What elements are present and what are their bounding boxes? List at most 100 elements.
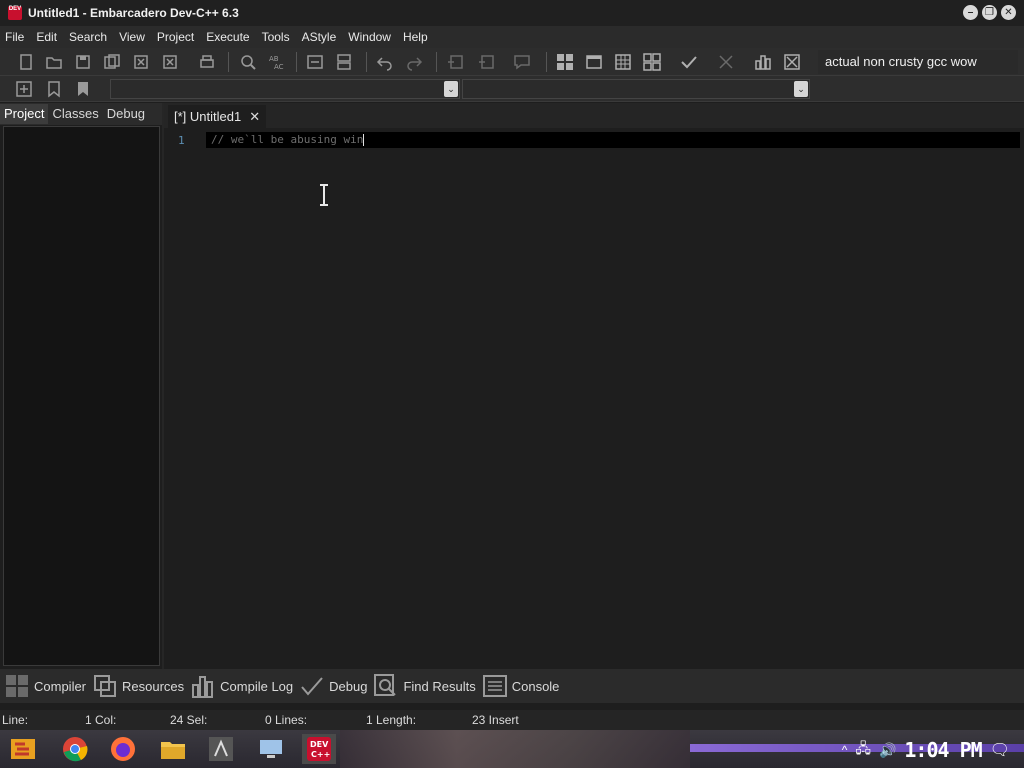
menu-tools[interactable]: Tools xyxy=(256,26,296,48)
minimize-button[interactable]: – xyxy=(963,5,978,20)
goto-line-icon[interactable] xyxy=(303,51,327,73)
taskbar-wallpaper xyxy=(340,730,690,768)
toggle-bookmark-icon[interactable] xyxy=(42,78,66,100)
abort-compile-icon[interactable] xyxy=(714,51,738,73)
tab-debug-label: Debug xyxy=(329,678,368,694)
save-icon[interactable] xyxy=(71,51,95,73)
window-controls: – ❐ ✕ xyxy=(963,5,1016,20)
editor-tabs: [*] Untitled1 ✕ xyxy=(164,103,1024,128)
new-file-icon[interactable] xyxy=(14,51,38,73)
chevron-down-icon[interactable]: ⌄ xyxy=(794,81,808,97)
chrome-icon[interactable] xyxy=(58,734,92,764)
goto-bookmark-icon[interactable] xyxy=(71,78,95,100)
tab-compiler-label: Compiler xyxy=(34,678,87,694)
tab-compile-log-label: Compile Log xyxy=(220,678,294,694)
menu-file[interactable]: File xyxy=(0,26,30,48)
menu-project[interactable]: Project xyxy=(151,26,200,48)
indent-icon[interactable] xyxy=(444,51,468,73)
toggle-split-icon[interactable] xyxy=(332,51,356,73)
close-all-icon[interactable] xyxy=(158,51,182,73)
firefox-icon[interactable] xyxy=(106,734,140,764)
compile-icon[interactable] xyxy=(553,51,577,73)
find-icon[interactable] xyxy=(236,51,260,73)
code-text: // we`ll be abusing win xyxy=(211,133,365,146)
profile-icon[interactable] xyxy=(751,51,775,73)
undo-icon[interactable] xyxy=(373,51,397,73)
checkmark-icon xyxy=(301,677,323,696)
status-sel-value: 0 Lines: xyxy=(265,713,308,727)
compiler-select[interactable]: actual non crusty gcc wow xyxy=(818,50,1018,74)
file-explorer-icon[interactable] xyxy=(156,734,190,764)
close-icon[interactable]: ✕ xyxy=(249,109,260,125)
code-editor[interactable]: 1 // we`ll be abusing win xyxy=(164,128,1024,669)
active-line[interactable]: // we`ll be abusing win xyxy=(206,132,1020,148)
start-icon[interactable] xyxy=(6,734,40,764)
syntax-check-icon[interactable] xyxy=(677,51,701,73)
tab-classes[interactable]: Classes xyxy=(48,104,102,124)
left-panel-tabs: Project Classes Debug xyxy=(0,103,164,125)
print-icon[interactable] xyxy=(195,51,219,73)
tab-resources[interactable]: Resources xyxy=(92,673,184,699)
app-shortcut-icon[interactable] xyxy=(204,734,238,764)
find-results-icon xyxy=(374,674,397,696)
compiler-icon xyxy=(6,675,28,697)
replace-icon[interactable]: AB AC xyxy=(265,51,289,73)
tab-find-results[interactable]: Find Results xyxy=(373,673,476,699)
network-icon[interactable]: 🖧 xyxy=(855,738,871,762)
svg-text:C++: C++ xyxy=(311,750,330,759)
devcpp-app-icon[interactable]: DEV xyxy=(8,6,22,20)
bar-chart-icon xyxy=(192,676,214,698)
tab-find-results-label: Find Results xyxy=(403,678,476,694)
editor-tab-label: [*] Untitled1 xyxy=(174,109,242,124)
title-bar: DEV Untitled1 - Embarcadero Dev-C++ 6.3 … xyxy=(0,0,1024,26)
project-tree[interactable] xyxy=(3,126,160,666)
svg-text:AB: AB xyxy=(269,55,279,63)
tab-untitled1[interactable]: [*] Untitled1 ✕ xyxy=(168,105,267,128)
delete-profile-icon[interactable] xyxy=(780,51,804,73)
status-col-value: 24 Sel: xyxy=(170,713,208,727)
rebuild-all-icon[interactable] xyxy=(640,51,664,73)
tab-resources-label: Resources xyxy=(122,678,185,694)
menu-search[interactable]: Search xyxy=(63,26,113,48)
devcpp-taskbar-icon[interactable]: DEV C++ xyxy=(302,734,336,764)
console-icon xyxy=(482,675,507,697)
tab-debug[interactable]: Debug xyxy=(103,104,149,124)
chevron-up-icon[interactable]: ^ xyxy=(842,743,848,757)
clock[interactable]: 1:04 PM xyxy=(904,738,982,762)
open-folder-icon[interactable] xyxy=(42,51,66,73)
tab-console[interactable]: Console xyxy=(482,673,559,699)
remote-desktop-icon[interactable] xyxy=(254,734,288,764)
status-line-label: Line: xyxy=(2,713,29,727)
menu-astyle[interactable]: AStyle xyxy=(296,26,343,48)
class-combo[interactable]: ⌄ xyxy=(110,79,460,99)
close-file-icon[interactable] xyxy=(129,51,153,73)
function-combo[interactable]: ⌄ xyxy=(462,79,810,99)
menu-window[interactable]: Window xyxy=(342,26,397,48)
compile-run-icon[interactable] xyxy=(611,51,635,73)
tab-compile-log[interactable]: Compile Log xyxy=(190,673,293,699)
menu-view[interactable]: View xyxy=(113,26,151,48)
save-all-icon[interactable] xyxy=(100,51,124,73)
run-icon[interactable] xyxy=(582,51,606,73)
secondary-toolbar: ⌄ ⌄ xyxy=(0,76,1024,102)
system-tray: ^ 🖧 🔊 1:04 PM 🗨 xyxy=(842,738,1024,762)
resources-icon xyxy=(94,675,117,697)
comment-icon[interactable] xyxy=(510,51,534,73)
tab-project[interactable]: Project xyxy=(0,104,49,124)
menu-help[interactable]: Help xyxy=(397,26,434,48)
close-button[interactable]: ✕ xyxy=(1001,5,1016,20)
unindent-icon[interactable] xyxy=(475,51,499,73)
menu-bar: File Edit Search View Project Execute To… xyxy=(0,26,1024,48)
menu-edit[interactable]: Edit xyxy=(30,26,63,48)
chevron-down-icon[interactable]: ⌄ xyxy=(444,81,458,97)
restore-button[interactable]: ❐ xyxy=(982,5,997,20)
tab-debug-output[interactable]: Debug xyxy=(299,673,367,699)
taskbar: DEV C++ ^ 🖧 🔊 1:04 PM 🗨 xyxy=(0,730,1024,768)
window-title: Untitled1 - Embarcadero Dev-C++ 6.3 xyxy=(28,6,239,20)
tab-compiler[interactable]: Compiler xyxy=(4,673,86,699)
volume-icon[interactable]: 🔊 xyxy=(879,742,896,759)
insert-icon[interactable] xyxy=(12,78,36,100)
notification-icon[interactable]: 🗨 xyxy=(990,740,1010,760)
menu-execute[interactable]: Execute xyxy=(200,26,255,48)
redo-icon[interactable] xyxy=(402,51,426,73)
